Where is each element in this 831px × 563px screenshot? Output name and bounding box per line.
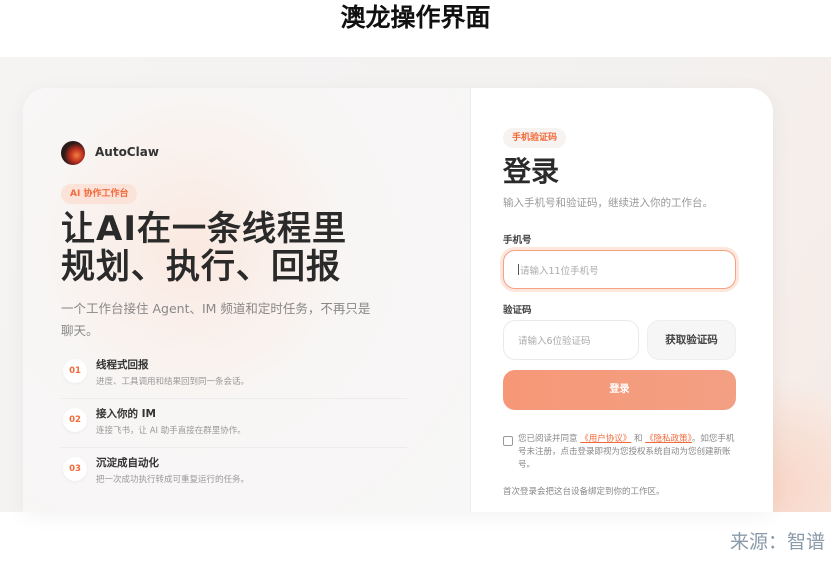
- feature-number: 01: [63, 359, 87, 383]
- code-placeholder: 请输入6位验证码: [518, 336, 591, 347]
- feature-item: 03 沉淀成自动化 把一次成功执行转成可重复运行的任务。: [61, 449, 407, 497]
- brand-name: AutoClaw: [95, 145, 159, 159]
- code-label: 验证码: [503, 305, 532, 316]
- user-agreement-link[interactable]: 《用户协议》: [580, 434, 631, 444]
- code-input[interactable]: 请输入6位验证码: [503, 320, 639, 360]
- phone-placeholder: 请输入11位手机号: [520, 265, 599, 277]
- login-title: 登录: [503, 155, 560, 188]
- login-button[interactable]: 登录: [503, 370, 736, 410]
- feature-number: 02: [63, 408, 87, 432]
- terms-pre: 您已阅读并同意: [518, 434, 578, 444]
- login-subtitle: 输入手机号和验证码，继续进入你的工作台。: [503, 197, 713, 209]
- headline: 让AI在一条线程里 规划、执行、回报: [61, 210, 347, 286]
- get-code-button[interactable]: 获取验证码: [647, 320, 736, 360]
- terms-and: 和: [633, 434, 643, 444]
- feature-title: 线程式回报: [96, 359, 149, 371]
- login-panel: 手机验证码 登录 输入手机号和验证码，继续进入你的工作台。 手机号 请输入11位…: [471, 88, 773, 512]
- privacy-policy-link[interactable]: 《隐私政策》: [645, 434, 692, 444]
- feature-number: 03: [63, 457, 87, 481]
- autoclaw-logo-icon: [61, 141, 85, 165]
- intro-panel: AutoClaw AI 协作工作台 让AI在一条线程里 规划、执行、回报 一个工…: [23, 88, 470, 512]
- phone-input[interactable]: 请输入11位手机号: [503, 250, 736, 289]
- feature-title: 接入你的 IM: [96, 408, 157, 420]
- feature-item: 02 接入你的 IM 连接飞书，让 AI 助手直接在群里协作。: [61, 400, 407, 448]
- page-title: 澳龙操作界面: [340, 3, 491, 32]
- app-screenshot: AutoClaw AI 协作工作台 让AI在一条线程里 规划、执行、回报 一个工…: [0, 57, 831, 512]
- phone-label: 手机号: [503, 235, 532, 246]
- agree-checkbox[interactable]: [503, 436, 513, 446]
- workspace-badge: AI 协作工作台: [61, 184, 138, 204]
- terms-text: 您已阅读并同意 《用户协议》 和 《隐私政策》。如您手机号未注册，点击登录即视为…: [518, 433, 738, 472]
- text-caret: [518, 264, 519, 275]
- headline-line2: 规划、执行、回报: [61, 247, 341, 287]
- login-method-badge: 手机验证码: [503, 128, 567, 148]
- feature-desc: 连接飞书，让 AI 助手直接在群里协作。: [96, 426, 246, 436]
- feature-desc: 把一次成功执行转成可重复运行的任务。: [96, 475, 250, 485]
- feature-title: 沉淀成自动化: [96, 457, 159, 469]
- feature-desc: 进度、工具调用和结果回到同一条会话。: [96, 377, 250, 387]
- device-note: 首次登录会把这台设备绑定到你的工作区。: [503, 487, 665, 497]
- intro-subtitle: 一个工作台接住 Agent、IM 频道和定时任务，不再只是聊天。: [61, 301, 371, 338]
- source-caption: 来源：智谱: [729, 531, 825, 553]
- feature-item: 01 线程式回报 进度、工具调用和结果回到同一条会话。: [61, 351, 407, 399]
- login-card: AutoClaw AI 协作工作台 让AI在一条线程里 规划、执行、回报 一个工…: [23, 88, 773, 512]
- headline-line1: 让AI在一条线程里: [61, 209, 347, 249]
